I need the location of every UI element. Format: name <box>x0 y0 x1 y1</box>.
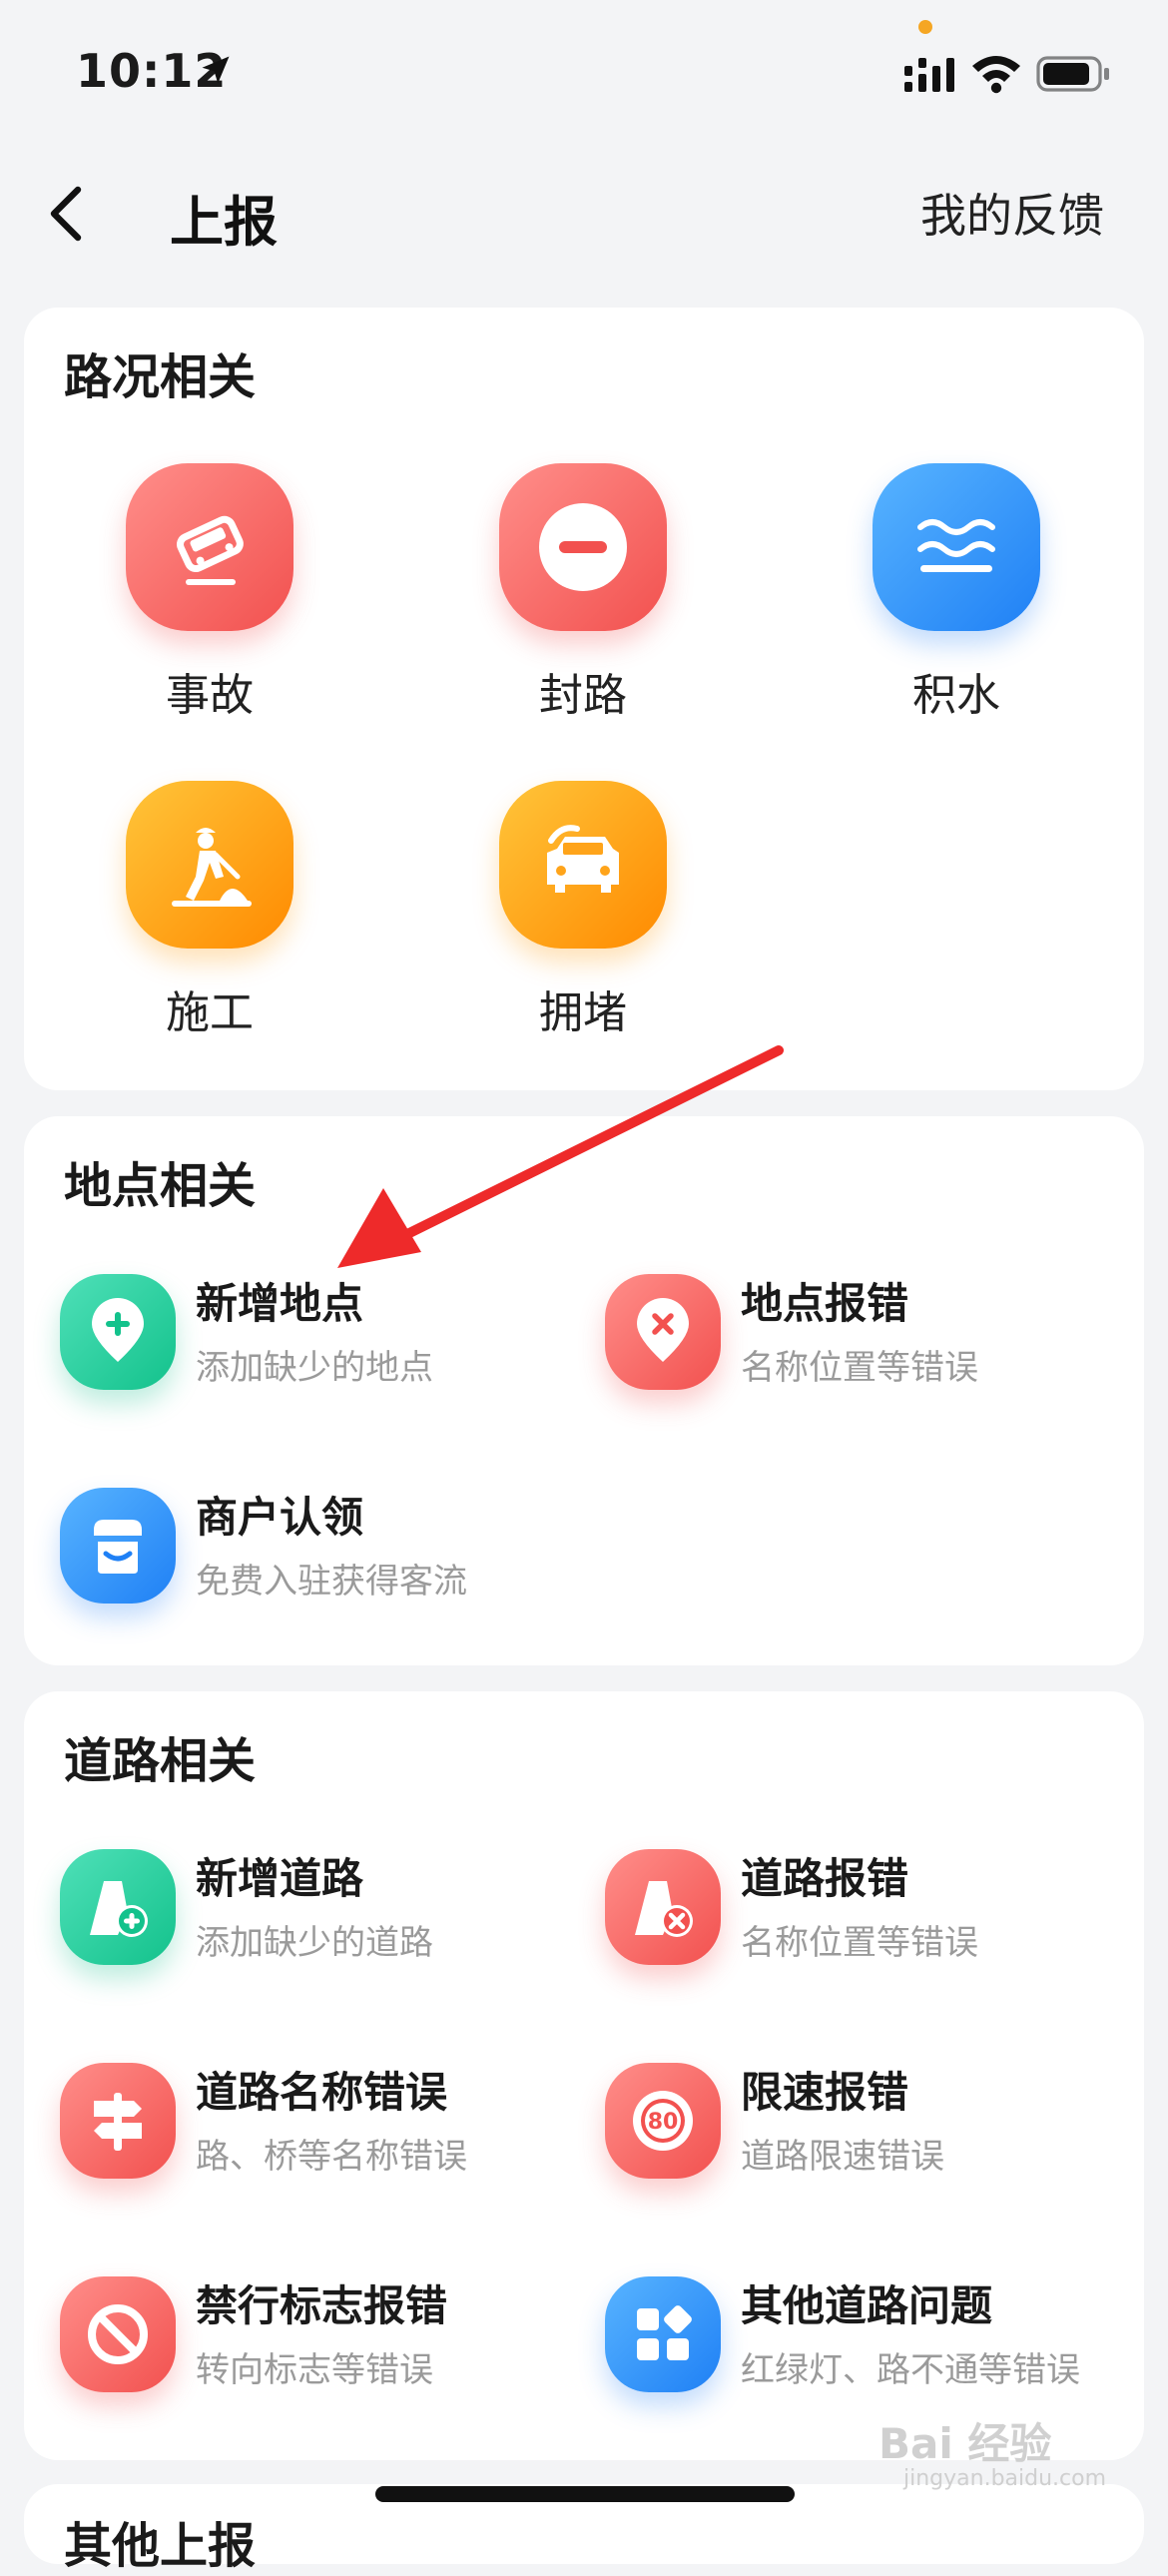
item-title: 新增地点 <box>196 1279 364 1328</box>
other-road-icon-badge <box>605 2276 721 2392</box>
road-closure-icon-badge <box>499 463 667 631</box>
battery-icon <box>1036 56 1109 92</box>
my-feedback-link[interactable]: 我的反馈 <box>920 180 1104 246</box>
add-place-icon-badge <box>60 1274 176 1390</box>
wifi-icon <box>972 56 1020 94</box>
tile-label: 积水 <box>912 670 1000 721</box>
svg-text:80: 80 <box>648 2110 679 2135</box>
section-title: 道路相关 <box>64 1733 257 1789</box>
item-title: 道路报错 <box>741 1854 909 1903</box>
road-name-error-icon-badge <box>60 2063 176 2179</box>
construction-worker-icon <box>172 828 252 907</box>
grid-apps-icon <box>637 2305 692 2360</box>
traffic-jam-icon-badge <box>499 781 667 949</box>
home-indicator[interactable] <box>375 2486 795 2502</box>
other-road-issues-item[interactable]: 其他道路问题 红绿灯、路不通等错误 <box>605 2276 1124 2406</box>
report-flooding-tile[interactable]: 积水 <box>821 463 1060 723</box>
tile-label: 拥堵 <box>539 987 627 1038</box>
privacy-indicator-dot <box>918 20 932 34</box>
prohibition-sign-error-item[interactable]: 禁行标志报错 转向标志等错误 <box>60 2276 579 2406</box>
watermark-url: jingyan.baidu.com <box>903 2466 1107 2491</box>
prohibition-icon-badge <box>60 2276 176 2392</box>
item-title: 新增道路 <box>196 1854 364 1903</box>
item-subtitle: 名称位置等错误 <box>741 1923 978 1963</box>
item-title: 禁行标志报错 <box>196 2281 448 2330</box>
section-title: 地点相关 <box>64 1158 257 1214</box>
shop-icon <box>94 1520 142 1574</box>
add-road-item[interactable]: 新增道路 添加缺少的道路 <box>60 1849 579 1979</box>
add-road-icon <box>90 1881 148 1937</box>
road-related-card: 道路相关 新增道路 添加缺少的道路 道路报错 名称位置等错误 道路名称错误 路、… <box>24 1691 1144 2460</box>
watermark-logo: Bai 经验 <box>878 2419 1052 2468</box>
merchant-claim-icon-badge <box>60 1488 176 1604</box>
no-entry-icon <box>539 503 627 591</box>
back-chevron-icon[interactable] <box>46 184 86 244</box>
road-name-error-item[interactable]: 道路名称错误 路、桥等名称错误 <box>60 2063 579 2193</box>
water-waves-icon <box>917 519 995 572</box>
item-subtitle: 道路限速错误 <box>741 2137 944 2177</box>
annotation-arrow <box>337 1045 784 1268</box>
road-error-icon-badge <box>605 1849 721 1965</box>
status-bar: 10:12 <box>0 0 1168 140</box>
speed-limit-icon-badge: 80 <box>605 2063 721 2179</box>
speed-limit-error-item[interactable]: 80 限速报错 道路限速错误 <box>605 2063 1124 2193</box>
navigation-bar: 上报 我的反馈 <box>0 150 1168 270</box>
place-error-item[interactable]: 地点报错 名称位置等错误 <box>605 1274 1124 1404</box>
car-accident-icon <box>176 515 244 585</box>
item-subtitle: 名称位置等错误 <box>741 1348 978 1388</box>
item-subtitle: 转向标志等错误 <box>196 2350 433 2390</box>
location-arrow-icon <box>202 56 230 84</box>
flooding-icon-badge <box>873 463 1040 631</box>
item-subtitle: 路、桥等名称错误 <box>196 2137 467 2177</box>
road-error-icon <box>635 1881 693 1937</box>
accident-icon-badge <box>126 463 293 631</box>
item-title: 限速报错 <box>741 2068 909 2117</box>
construction-icon-badge <box>126 781 293 949</box>
road-conditions-card: 路况相关 事故 封路 积水 施工 拥堵 <box>24 308 1144 1090</box>
add-place-item[interactable]: 新增地点 添加缺少的地点 <box>60 1274 579 1404</box>
place-error-icon-badge <box>605 1274 721 1390</box>
page-title: 上报 <box>170 191 278 254</box>
item-subtitle: 红绿灯、路不通等错误 <box>741 2350 1080 2390</box>
tile-label: 事故 <box>166 670 254 721</box>
section-title: 路况相关 <box>64 349 257 405</box>
tile-label: 施工 <box>166 987 254 1038</box>
road-error-item[interactable]: 道路报错 名称位置等错误 <box>605 1849 1124 1979</box>
section-title: 其他上报 <box>64 2518 257 2574</box>
location-error-icon <box>637 1298 689 1362</box>
prohibited-icon <box>88 2304 148 2364</box>
item-subtitle: 添加缺少的道路 <box>196 1923 433 1963</box>
report-traffic-jam-tile[interactable]: 拥堵 <box>447 781 687 1040</box>
cellular-signal-icon <box>904 58 954 92</box>
report-construction-tile[interactable]: 施工 <box>74 781 313 1040</box>
item-subtitle: 免费入驻获得客流 <box>196 1562 467 1602</box>
traffic-jam-icon <box>547 825 619 893</box>
item-subtitle: 添加缺少的地点 <box>196 1348 433 1388</box>
item-title: 地点报错 <box>741 1279 909 1328</box>
merchant-claim-item[interactable]: 商户认领 免费入驻获得客流 <box>60 1488 579 1617</box>
add-location-icon <box>92 1298 144 1362</box>
report-road-closure-tile[interactable]: 封路 <box>447 463 687 723</box>
report-accident-tile[interactable]: 事故 <box>74 463 313 723</box>
speed-limit-icon: 80 <box>633 2091 693 2151</box>
tile-label: 封路 <box>539 670 627 721</box>
signpost-icon <box>94 2093 142 2151</box>
item-title: 其他道路问题 <box>741 2281 993 2330</box>
add-road-icon-badge <box>60 1849 176 1965</box>
item-title: 道路名称错误 <box>196 2068 448 2117</box>
item-title: 商户认领 <box>196 1493 364 1542</box>
